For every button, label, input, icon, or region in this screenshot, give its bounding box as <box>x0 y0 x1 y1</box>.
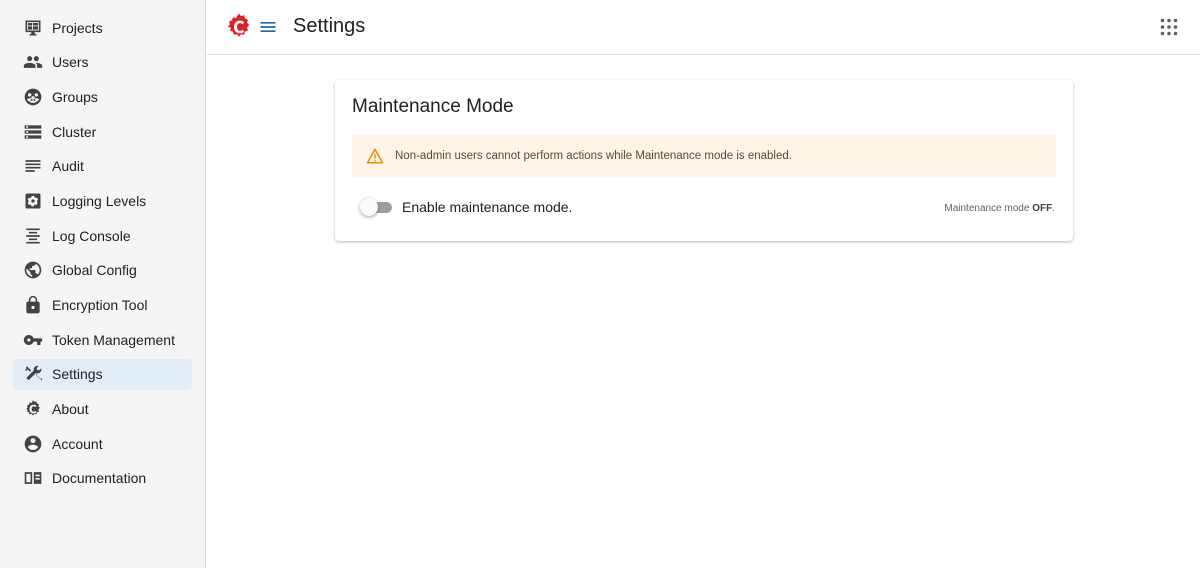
log-console-icon <box>23 226 43 246</box>
projects-icon <box>23 18 43 38</box>
sidebar-item-label: Log Console <box>52 227 131 244</box>
about-logo-icon <box>23 399 43 419</box>
warning-alert: Non-admin users cannot perform actions w… <box>352 135 1056 177</box>
maintenance-mode-switch[interactable] <box>360 198 394 216</box>
warning-icon <box>366 147 384 165</box>
maintenance-toggle-label[interactable]: Enable maintenance mode. <box>402 199 572 215</box>
card-title: Maintenance Mode <box>352 96 514 117</box>
sidebar-item-documentation[interactable]: Documentation <box>13 463 192 494</box>
tools-icon <box>23 364 43 384</box>
key-icon <box>23 330 43 350</box>
sidebar-item-audit[interactable]: Audit <box>13 151 192 182</box>
sidebar-item-label: Global Config <box>52 262 137 279</box>
status-value: OFF <box>1032 203 1053 214</box>
cluster-icon <box>23 122 43 142</box>
book-icon <box>23 468 43 488</box>
sidebar: Projects Users Groups Cluster Audit Logg… <box>0 0 206 568</box>
audit-icon <box>23 156 43 176</box>
sidebar-item-account[interactable]: Account <box>13 428 192 459</box>
sidebar-item-global-config[interactable]: Global Config <box>13 255 192 286</box>
top-bar: Settings <box>207 0 1200 55</box>
sidebar-item-label: Logging Levels <box>52 192 147 209</box>
status-prefix: Maintenance mode <box>944 203 1033 214</box>
sidebar-item-settings[interactable]: Settings <box>13 358 192 390</box>
menu-icon[interactable] <box>258 17 278 37</box>
sidebar-item-label: Account <box>52 435 103 452</box>
sidebar-item-label: Projects <box>52 19 103 36</box>
users-icon <box>23 52 43 72</box>
globe-icon <box>23 260 43 280</box>
sidebar-item-about[interactable]: About <box>13 394 192 425</box>
sidebar-item-label: Encryption Tool <box>52 297 148 313</box>
account-icon <box>23 434 43 454</box>
lock-icon <box>23 295 43 315</box>
sidebar-item-token-management[interactable]: Token Management <box>13 324 192 355</box>
sidebar-item-logging-levels[interactable]: Logging Levels <box>13 185 192 216</box>
sidebar-item-label: Groups <box>52 88 98 105</box>
maintenance-toggle-row: Enable maintenance mode. <box>360 198 572 216</box>
sidebar-item-cluster[interactable]: Cluster <box>13 116 192 147</box>
sidebar-item-label: Users <box>52 54 89 71</box>
maintenance-status-text: Maintenance mode OFF. <box>944 203 1055 214</box>
sidebar-item-groups[interactable]: Groups <box>13 81 192 112</box>
sidebar-item-label: Settings <box>52 366 103 383</box>
alert-message: Non-admin users cannot perform actions w… <box>395 150 792 162</box>
app-logo-icon[interactable] <box>226 13 252 41</box>
status-suffix: . <box>1052 203 1055 214</box>
sidebar-item-label: Audit <box>52 158 84 175</box>
groups-icon <box>23 87 43 107</box>
sidebar-item-label: About <box>52 401 89 418</box>
sidebar-item-users[interactable]: Users <box>13 47 192 78</box>
sidebar-item-projects[interactable]: Projects <box>13 12 192 43</box>
sidebar-item-log-console[interactable]: Log Console <box>13 220 192 251</box>
page-title: Settings <box>293 15 366 37</box>
sidebar-item-label: Documentation <box>52 470 147 487</box>
sidebar-item-label: Token Management <box>52 331 175 348</box>
maintenance-mode-card: Maintenance Mode Non-admin users cannot … <box>335 80 1073 241</box>
switch-thumb <box>360 198 378 216</box>
sidebar-item-encryption-tool[interactable]: Encryption Tool <box>13 290 192 321</box>
sidebar-item-label: Cluster <box>52 123 97 140</box>
apps-grid-icon[interactable] <box>1160 18 1178 36</box>
logging-levels-icon <box>23 191 43 211</box>
